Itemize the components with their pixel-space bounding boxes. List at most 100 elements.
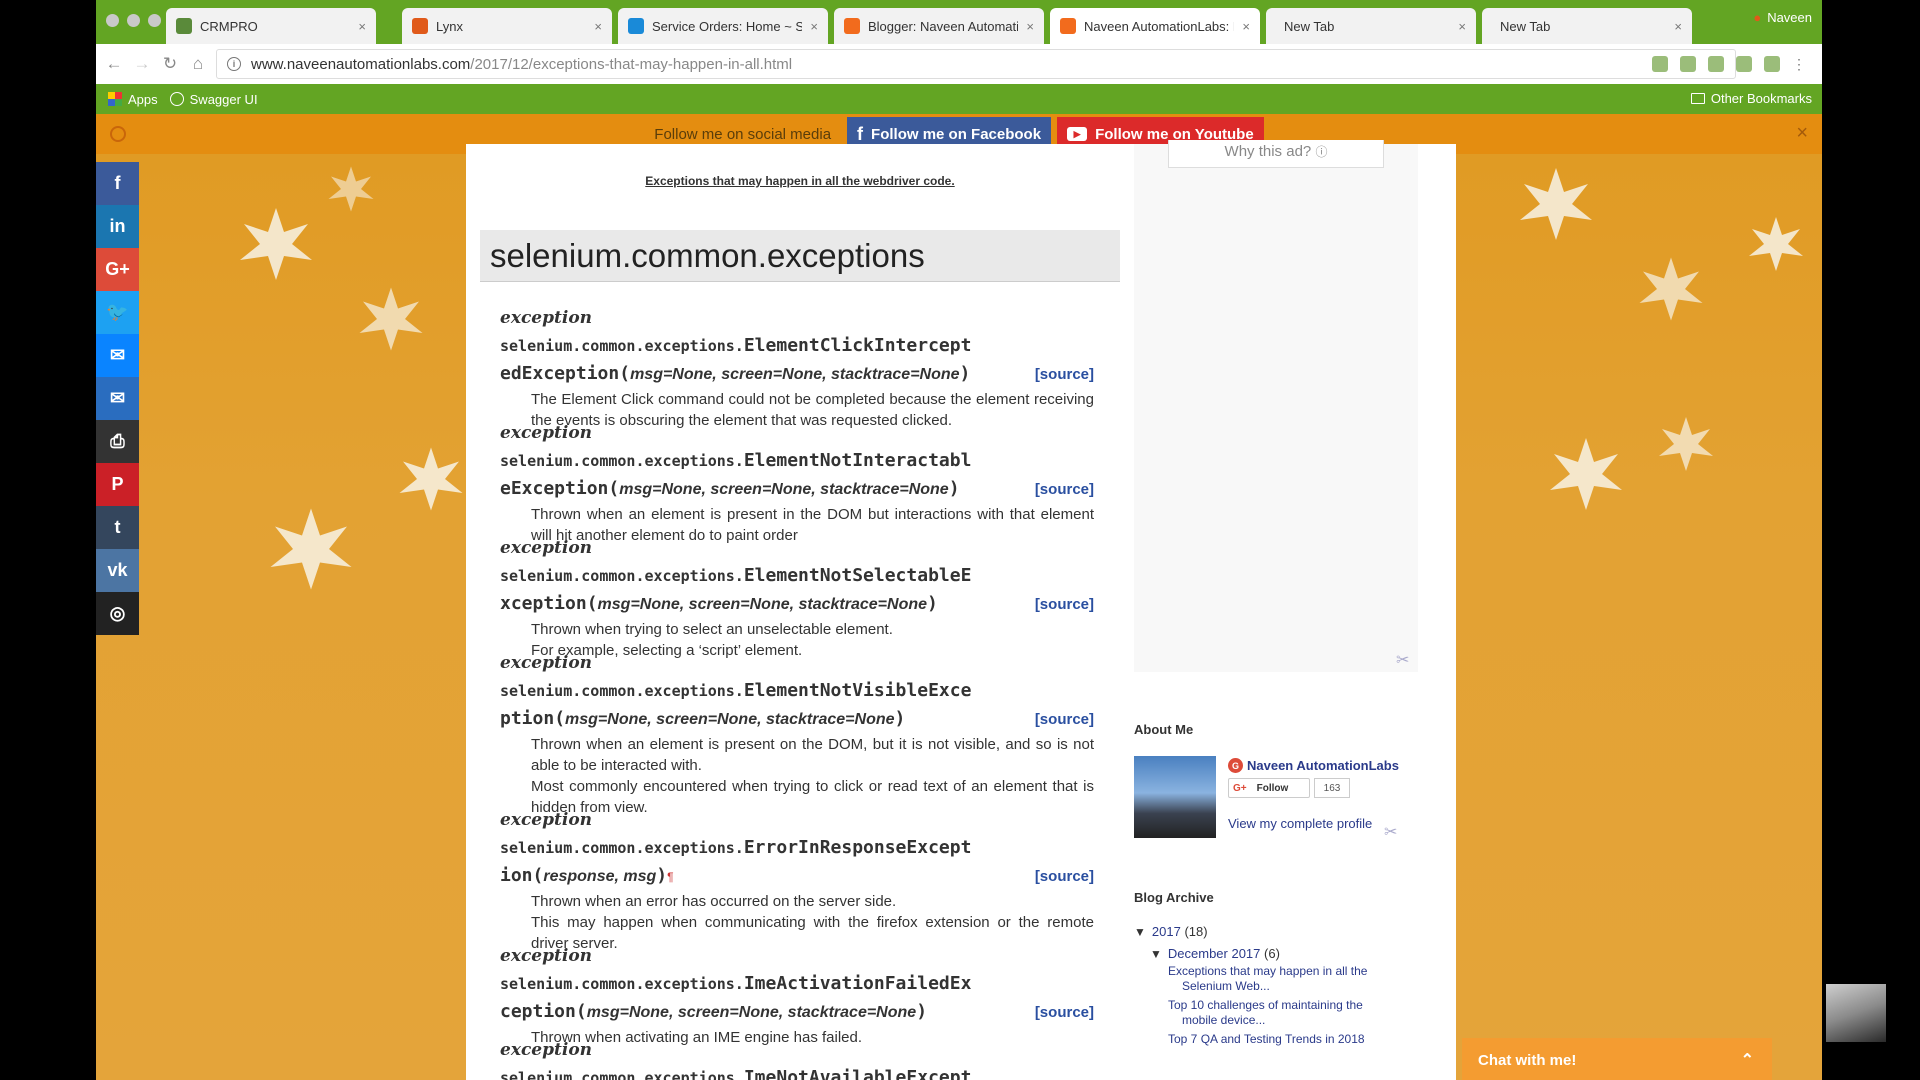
profile-name: Naveen [1767,10,1812,25]
browser-tab[interactable]: CRMPRO × [166,8,376,44]
source-link[interactable]: [source] [1035,591,1094,619]
follower-count: 163 [1314,778,1350,798]
share-print-button[interactable]: ⎙ [96,420,139,463]
menu-dots-icon[interactable]: ⋮ [1792,56,1808,72]
tab-favicon-icon [412,18,428,34]
bookmark-swagger[interactable]: Swagger UI [169,92,258,107]
share-messenger-button[interactable]: ✉ [96,334,139,377]
follow-facebook-label: Follow me on Facebook [871,125,1042,143]
apps-grid-icon [108,92,122,106]
browser-window: CRMPRO × Lynx × Service Orders: Home ~ Sa × Bl… [96,0,1822,1080]
exception-entry: exception selenium.common.exceptions.Ele… [500,419,1094,546]
share-tumblr-button[interactable]: t [96,506,139,549]
share-share-button[interactable]: ◎ [96,592,139,635]
sumo-logo-icon[interactable] [110,126,126,142]
other-bookmarks[interactable]: Other Bookmarks [1690,91,1812,106]
share-facebook-button[interactable]: f [96,162,139,205]
reload-icon[interactable]: ↻ [156,54,184,74]
extension-icon[interactable] [1736,56,1752,72]
chevron-up-icon[interactable]: ⌃ [1741,1050,1754,1070]
extension-icon[interactable] [1764,56,1780,72]
back-icon[interactable]: ← [100,54,128,74]
source-link[interactable]: [source] [1035,476,1094,504]
exception-module: selenium.common.exceptions. [500,682,744,700]
maximize-window-icon[interactable] [148,14,161,27]
permalink-icon[interactable]: ¶ [667,870,673,884]
archive-post-link[interactable]: Exceptions that may happen in all the Se… [1168,964,1398,994]
post-title-link[interactable]: Exceptions that may happen in all the we… [480,174,1120,188]
archive-post-link[interactable]: Top 10 challenges of maintaining the mob… [1168,998,1398,1028]
archive-post-link[interactable]: Top 7 QA and Testing Trends in 2018 [1168,1032,1398,1047]
site-info-icon[interactable]: i [227,57,241,71]
tab-close-icon[interactable]: × [594,19,602,34]
url-host: www.naveenautomationlabs.com [251,55,471,73]
paren: ) [656,865,668,886]
exception-args: msg=None, screen=None, stacktrace=None [565,711,895,728]
exception-signature: exception selenium.common.exceptions.Ele… [500,419,1094,504]
triangle-down-icon: ▼ [1134,925,1146,939]
exception-keyword: exception [500,653,593,673]
tab-close-icon[interactable]: × [358,19,366,34]
profile-name-link[interactable]: G Naveen AutomationLabs [1228,758,1399,773]
share-google-plus-button[interactable]: G+ [96,248,139,291]
share-vk-button[interactable]: vk [96,549,139,592]
tab-close-icon[interactable]: × [1026,19,1034,34]
browser-tab[interactable]: Lynx × [402,8,612,44]
source-link[interactable]: [source] [1035,706,1094,734]
profile-photo[interactable] [1134,756,1216,838]
tab-close-icon[interactable]: × [1674,19,1682,34]
archive-month[interactable]: ▼ December 2017 (6) [1150,946,1280,961]
browser-tab[interactable]: New Tab × [1266,8,1476,44]
browser-tab[interactable]: Blogger: Naveen Automatio × [834,8,1044,44]
view-profile-link[interactable]: View my complete profile [1228,816,1372,831]
follow-label: Follow [1256,782,1289,794]
share-linkedin-button[interactable]: in [96,205,139,248]
follow-button[interactable]: G+ Follow [1228,778,1310,798]
window-controls [106,14,161,27]
extension-icon[interactable] [1652,56,1668,72]
profile-button[interactable]: ● Naveen [1753,10,1812,25]
why-ad-label: Why this ad? [1224,143,1312,160]
tab-close-icon[interactable]: × [810,19,818,34]
archive-month-label: December 2017 [1167,946,1261,961]
exception-module: selenium.common.exceptions. [500,839,744,857]
browser-tab[interactable]: Naveen AutomationLabs: E × [1050,8,1260,44]
tab-title: Service Orders: Home ~ Sa [652,18,803,34]
bookmark-apps[interactable]: Apps [108,92,158,107]
tab-favicon-icon [176,18,192,34]
browser-tab[interactable]: New Tab × [1482,8,1692,44]
tab-close-icon[interactable]: × [1242,19,1250,34]
exception-class-name: ElementNotVisibleExce [743,680,972,701]
share-twitter-button[interactable]: 🐦 [96,291,139,334]
exception-args: msg=None, screen=None, stacktrace=None [597,596,928,613]
browser-tab[interactable]: Service Orders: Home ~ Sa × [618,8,828,44]
leaf-decoration-icon [328,166,374,212]
exception-signature: exception selenium.common.exceptions.Ele… [500,649,1094,734]
exception-entry: exception selenium.common.exceptions.Err… [500,806,1094,954]
close-icon[interactable]: × [1796,122,1808,145]
exception-class-name: eException [500,478,609,499]
exception-entry: exception selenium.common.exceptions.Ele… [500,649,1094,818]
wrench-icon[interactable]: ✂ [1396,650,1409,670]
chat-widget[interactable]: Chat with me! ⌃ [1462,1038,1772,1080]
source-link[interactable]: [source] [1035,361,1094,389]
share-email-button[interactable]: ✉ [96,377,139,420]
why-this-ad-button[interactable]: Why this ad? ⓘ [1168,140,1384,168]
home-icon[interactable]: ⌂ [184,54,212,74]
forward-icon[interactable]: → [128,54,156,74]
address-bar[interactable]: i www.naveenautomationlabs.com/2017/12/e… [216,49,1736,79]
leaf-decoration-icon [1749,217,1803,271]
tab-close-icon[interactable]: × [1458,19,1466,34]
bookmark-apps-label: Apps [128,91,158,107]
source-link[interactable]: [source] [1035,863,1094,891]
source-link[interactable]: [source] [1035,999,1094,1027]
archive-year[interactable]: ▼ 2017 (18) [1134,924,1208,939]
exception-class-name: ImeActivationFailedEx [743,973,972,994]
minimize-window-icon[interactable] [127,14,140,27]
wrench-icon[interactable]: ✂ [1384,822,1397,842]
share-pinterest-button[interactable]: P [96,463,139,506]
extension-icon[interactable] [1680,56,1696,72]
close-window-icon[interactable] [106,14,119,27]
folder-icon [1690,93,1705,104]
extension-icon[interactable] [1708,56,1724,72]
